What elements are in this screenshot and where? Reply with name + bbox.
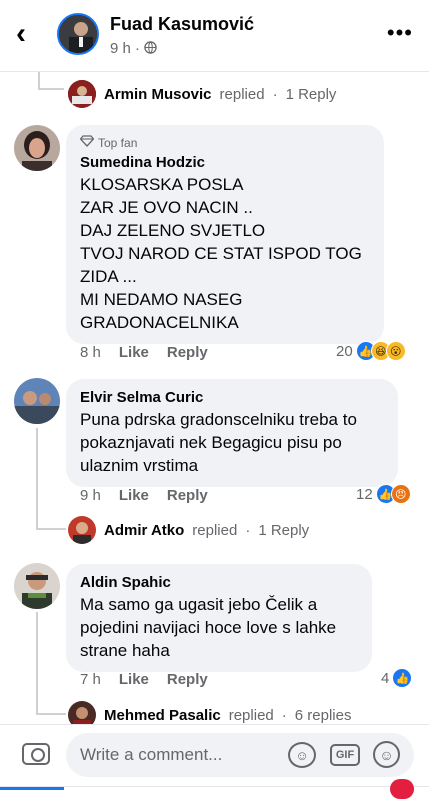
comment-author[interactable]: Aldin Spahic — [80, 574, 358, 591]
avatar — [68, 516, 96, 544]
like-button[interactable]: Like — [119, 344, 149, 361]
comment-placeholder: Write a comment... — [80, 745, 223, 764]
diamond-icon — [79, 135, 95, 150]
comment-bubble: Aldin Spahic Ma samo ga ugasit jebo Čeli… — [66, 564, 372, 672]
thread-line — [36, 428, 38, 530]
reply-button[interactable]: Reply — [167, 671, 208, 688]
reply-count[interactable]: 6 replies — [295, 707, 352, 724]
comment-author[interactable]: Elvir Selma Curic — [80, 389, 384, 406]
emoji-icon[interactable]: ☺ — [373, 741, 400, 768]
reaction-count: 12 — [356, 485, 373, 503]
reply-summary[interactable]: Armin Musovic replied · 1 Reply — [68, 80, 336, 108]
reply-count[interactable]: 1 Reply — [286, 86, 337, 103]
post-time: 9 h — [110, 40, 131, 57]
comment-text: Ma samo ga ugasit jebo Čelik a pojedini … — [80, 595, 337, 660]
wow-reaction-icon: 😮 — [385, 341, 406, 361]
poster-name[interactable]: Fuad Kasumović — [110, 14, 254, 35]
avatar[interactable] — [14, 563, 60, 609]
post-header: ‹ Fuad Kasumović 9 h · ••• — [0, 0, 429, 72]
notification-badge[interactable] — [390, 779, 414, 799]
comment-input[interactable]: Write a comment... ☺ GIF ☺ — [66, 733, 414, 777]
like-button[interactable]: Like — [119, 487, 149, 504]
comment-time: 9 h — [80, 487, 101, 504]
reply-count[interactable]: 1 Reply — [258, 522, 309, 539]
reply-author[interactable]: Admir Atko — [104, 522, 184, 539]
post-meta: 9 h · — [110, 40, 157, 57]
gif-button[interactable]: GIF — [330, 744, 360, 766]
comment-time: 7 h — [80, 671, 101, 688]
camera-icon[interactable] — [22, 743, 50, 765]
comment-text: Puna pdrska gradonscelniku treba to poka… — [80, 410, 357, 475]
reaction-summary[interactable]: 12 👍 😠 — [356, 484, 411, 504]
avatar[interactable] — [14, 125, 60, 171]
angry-reaction-icon: 😠 — [390, 484, 411, 504]
comment-author[interactable]: Sumedina Hodzic — [80, 154, 370, 171]
reaction-count: 4 — [381, 669, 390, 687]
reaction-summary[interactable]: 4 👍 — [381, 668, 413, 688]
avatar[interactable] — [14, 378, 60, 424]
reply-button[interactable]: Reply — [167, 487, 208, 504]
avatar — [68, 80, 96, 108]
home-tab-indicator[interactable] — [0, 787, 64, 790]
comment-actions: 9 h Like Reply — [80, 487, 208, 504]
avatar[interactable] — [57, 13, 99, 55]
bottom-tab-bar — [0, 779, 429, 800]
chevron-left-icon[interactable]: ‹ — [16, 19, 40, 49]
reply-verb: replied — [192, 521, 238, 539]
reply-summary[interactable]: Admir Atko replied · 1 Reply — [68, 516, 309, 544]
reply-verb: replied — [228, 706, 274, 724]
top-fan-badge: Top fan — [79, 135, 370, 150]
reply-verb: replied — [219, 85, 265, 103]
comment-composer: Write a comment... ☺ GIF ☺ — [0, 724, 429, 786]
comment-time: 8 h — [80, 344, 101, 361]
like-button[interactable]: Like — [119, 671, 149, 688]
thread-line — [38, 88, 64, 90]
comment-actions: 7 h Like Reply — [80, 671, 208, 688]
globe-icon — [144, 40, 157, 57]
reply-author[interactable]: Mehmed Pasalic — [104, 707, 221, 724]
reaction-summary[interactable]: 20 👍 😆 😮 — [336, 341, 406, 361]
comment-text: KLOSARSKA POSLA ZAR JE OVO NACIN .. DAJ … — [80, 175, 362, 332]
comment-bubble: Top fan Sumedina Hodzic KLOSARSKA POSLA … — [66, 125, 384, 344]
reaction-count: 20 — [336, 342, 353, 360]
thread-line — [36, 713, 66, 715]
comment-bubble: Elvir Selma Curic Puna pdrska gradonscel… — [66, 379, 398, 487]
reply-author[interactable]: Armin Musovic — [104, 86, 212, 103]
comment-actions: 8 h Like Reply — [80, 344, 208, 361]
like-reaction-icon: 👍 — [392, 668, 413, 688]
thread-line — [36, 612, 38, 715]
reply-button[interactable]: Reply — [167, 344, 208, 361]
ellipsis-icon[interactable]: ••• — [387, 22, 413, 44]
thread-line — [36, 528, 66, 530]
sticker-icon[interactable]: ☺ — [288, 742, 316, 768]
